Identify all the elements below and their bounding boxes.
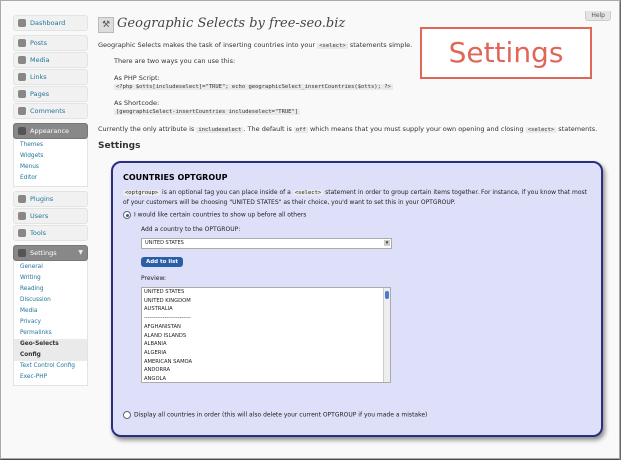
tools-icon bbox=[18, 229, 26, 237]
plugins-icon bbox=[18, 195, 26, 203]
sidebar-item-tools[interactable]: Tools bbox=[13, 225, 88, 241]
scrollbar[interactable] bbox=[383, 288, 390, 382]
submenu-item-media[interactable]: Media bbox=[14, 306, 87, 317]
pages-icon bbox=[18, 90, 26, 98]
sidebar-item-dashboard[interactable]: Dashboard bbox=[13, 15, 88, 31]
comments-icon bbox=[18, 107, 26, 115]
sidebar-item-plugins[interactable]: Plugins bbox=[13, 191, 88, 207]
sidebar-item-appearance[interactable]: Appearance bbox=[13, 123, 88, 139]
preview-option[interactable]: ALGERIA bbox=[142, 349, 390, 358]
radio-selected-icon[interactable] bbox=[123, 211, 131, 219]
radio-unselected-icon[interactable] bbox=[123, 411, 131, 419]
shortcode-code: [geographicSelect-insertCountries includ… bbox=[114, 109, 301, 115]
sidebar-item-settings[interactable]: Settings ▼ bbox=[13, 245, 88, 261]
appearance-icon bbox=[18, 127, 26, 135]
preview-option[interactable]: AUSTRALIA bbox=[142, 305, 390, 314]
preview-listbox[interactable]: UNITED STATES UNITED KINGDOM AUSTRALIA ----… bbox=[141, 287, 391, 383]
sidebar-item-posts[interactable]: Posts bbox=[13, 35, 88, 51]
sidebar-item-media[interactable]: Media bbox=[13, 52, 88, 68]
preview-option[interactable]: AFGHANISTAN bbox=[142, 323, 390, 332]
appearance-submenu: Themes Widgets Menus Editor bbox=[13, 138, 88, 187]
submenu-item-reading[interactable]: Reading bbox=[14, 284, 87, 295]
admin-sidebar: Dashboard Posts Media Links Pages Comments A… bbox=[13, 15, 88, 390]
submenu-item-general[interactable]: General bbox=[14, 262, 87, 273]
settings-icon bbox=[18, 249, 26, 257]
media-icon bbox=[18, 56, 26, 64]
submenu-item-discussion[interactable]: Discussion bbox=[14, 295, 87, 306]
submenu-item-themes[interactable]: Themes bbox=[14, 140, 87, 151]
sidebar-item-links[interactable]: Links bbox=[13, 69, 88, 85]
preview-option[interactable]: UNITED STATES bbox=[142, 288, 390, 297]
submenu-item-exec-php[interactable]: Exec-PHP bbox=[14, 372, 87, 383]
dashboard-icon bbox=[18, 19, 26, 27]
attribute-text: Currently the only attribute is includes… bbox=[98, 125, 598, 133]
submenu-item-text-control-config[interactable]: Text Control Config bbox=[14, 361, 87, 372]
panel-description: <optgroup> is an optional tag you can pl… bbox=[123, 189, 588, 206]
submenu-item-menus[interactable]: Menus bbox=[14, 162, 87, 173]
radio-display-all[interactable]: Display all countries in order (this wil… bbox=[123, 411, 427, 419]
panel-title: COUNTRIES OPTGROUP bbox=[123, 173, 228, 182]
sidebar-item-pages[interactable]: Pages bbox=[13, 86, 88, 102]
preview-option[interactable]: ANGOLA bbox=[142, 375, 390, 382]
plugin-tools-icon: ⚒ bbox=[98, 17, 114, 33]
preview-option[interactable]: ANDORRA bbox=[142, 366, 390, 375]
countries-optgroup-panel: COUNTRIES OPTGROUP <optgroup> is an opti… bbox=[111, 161, 603, 437]
preview-option[interactable]: UNITED KINGDOM bbox=[142, 297, 390, 306]
submenu-item-widgets[interactable]: Widgets bbox=[14, 151, 87, 162]
submenu-item-geo-selects-config[interactable]: Geo-Selects Config bbox=[14, 339, 87, 361]
settings-heading: Settings bbox=[98, 141, 141, 151]
submenu-item-writing[interactable]: Writing bbox=[14, 273, 87, 284]
radio-custom-optgroup[interactable]: I would like certain countries to show u… bbox=[123, 211, 306, 219]
preview-option[interactable]: ALBANIA bbox=[142, 340, 390, 349]
scrollbar-thumb[interactable] bbox=[385, 291, 389, 299]
users-icon bbox=[18, 212, 26, 220]
settings-submenu: General Writing Reading Discussion Media Priv… bbox=[13, 260, 88, 386]
submenu-item-permalinks[interactable]: Permalinks bbox=[14, 328, 87, 339]
preview-label: Preview: bbox=[141, 275, 167, 282]
chevron-down-icon: ▼ bbox=[78, 249, 83, 256]
add-country-label: Add a country to the OPTGROUP: bbox=[141, 226, 241, 233]
posts-icon bbox=[18, 39, 26, 47]
settings-overlay-label: Settings bbox=[420, 27, 592, 79]
sidebar-item-comments[interactable]: Comments bbox=[13, 103, 88, 119]
php-code: <?php $otts[includeselect]="TRUE"; echo … bbox=[114, 84, 393, 90]
add-to-list-button[interactable]: Add to list bbox=[141, 257, 183, 267]
sidebar-item-users[interactable]: Users bbox=[13, 208, 88, 224]
preview-option[interactable]: ------------------------- bbox=[142, 314, 390, 323]
page-title: Geographic Selects by free-seo.biz bbox=[117, 16, 346, 31]
country-select[interactable]: UNITED STATES ▾ bbox=[141, 238, 392, 249]
submenu-item-editor[interactable]: Editor bbox=[14, 173, 87, 184]
links-icon bbox=[18, 73, 26, 81]
preview-option[interactable]: ALAND ISLANDS bbox=[142, 332, 390, 341]
preview-option[interactable]: AMERICAN SAMOA bbox=[142, 358, 390, 367]
select-arrow-icon[interactable]: ▾ bbox=[384, 240, 390, 246]
browser-window: Help Dashboard Posts Media Links Pages Comme… bbox=[0, 0, 620, 459]
submenu-item-privacy[interactable]: Privacy bbox=[14, 317, 87, 328]
shortcode-label: As Shortcode: bbox=[114, 99, 160, 107]
